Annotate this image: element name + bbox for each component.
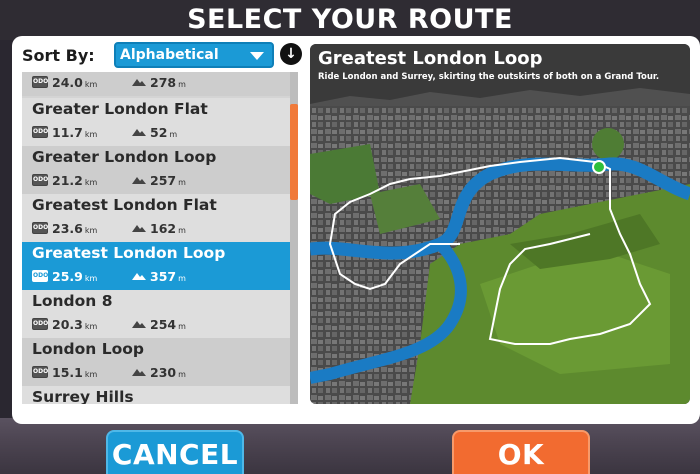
ok-button[interactable]: OK [452,430,590,474]
elevation-icon [132,129,146,136]
route-stats: ODO 24.0 km 278 m [32,75,282,91]
route-name: Greatest London Loop [32,244,226,262]
route-elevation: 278 m [150,75,186,90]
route-elevation: 52 m [150,125,178,140]
distance-icon: ODO [32,76,48,88]
route-distance: 15.1 km [52,365,98,380]
route-row[interactable]: ODO 24.0 km 278 m [22,72,290,96]
elevation-icon [132,273,146,280]
dialog-title: SELECT YOUR ROUTE [187,4,513,35]
arrow-down-circle-icon[interactable]: ↓ [280,43,302,65]
list-scrollbar-thumb[interactable] [290,104,298,200]
route-distance: 24.0 km [52,75,98,90]
route-preview-description: Ride London and Surrey, skirting the out… [318,72,660,82]
route-row[interactable]: Greater London Flat ODO 11.7 km 52 m [22,98,290,146]
chevron-down-icon [250,52,264,60]
route-start-marker-icon [592,160,606,174]
route-preview-title: Greatest London Loop [318,48,543,69]
route-distance: 11.7 km [52,125,98,140]
distance-icon: ODO [32,270,48,282]
route-name: Greatest London Flat [32,196,217,214]
cancel-button[interactable]: CANCEL [106,430,244,474]
route-name: London 8 [32,292,113,310]
route-elevation: 357 m [150,269,186,284]
route-stats: ODO 25.9 km 357 m [32,269,282,285]
distance-icon: ODO [32,318,48,330]
elevation-icon [132,79,146,86]
elevation-icon [132,225,146,232]
elevation-icon [132,321,146,328]
distance-icon: ODO [32,222,48,234]
route-row[interactable]: Surrey Hills [22,386,290,404]
route-distance: 23.6 km [52,221,98,236]
distance-icon: ODO [32,366,48,378]
route-row-selected[interactable]: Greatest London Loop ODO 25.9 km 357 m [22,242,290,290]
route-name: London Loop [32,340,145,358]
route-stats: ODO 15.1 km 230 m [32,365,282,381]
route-row[interactable]: London 8 ODO 20.3 km 254 m [22,290,290,338]
route-stats: ODO 21.2 km 257 m [32,173,282,189]
route-stats: ODO 20.3 km 254 m [32,317,282,333]
route-row[interactable]: London Loop ODO 15.1 km 230 m [22,338,290,386]
sort-dropdown-value: Alphabetical [120,47,219,63]
route-name: Greater London Flat [32,100,208,118]
bottom-backdrop [0,418,700,474]
route-elevation: 230 m [150,365,186,380]
route-elevation: 162 m [150,221,186,236]
route-distance: 21.2 km [52,173,98,188]
route-row[interactable]: Greater London Loop ODO 21.2 km 257 m [22,146,290,194]
route-stats: ODO 23.6 km 162 m [32,221,282,237]
sort-dropdown[interactable]: Alphabetical [114,42,274,68]
route-name: Surrey Hills [32,388,134,404]
route-list[interactable]: ODO 24.0 km 278 m Greater London Flat ODO … [22,72,292,404]
distance-icon: ODO [32,126,48,138]
distance-icon: ODO [32,174,48,186]
route-elevation: 254 m [150,317,186,332]
sort-by-label: Sort By: [22,46,95,65]
route-map-graphic [310,44,690,404]
route-distance: 20.3 km [52,317,98,332]
route-distance: 25.9 km [52,269,98,284]
route-map-preview: Greatest London Loop Ride London and Sur… [310,44,690,404]
elevation-icon [132,369,146,376]
elevation-icon [132,177,146,184]
route-row[interactable]: Greatest London Flat ODO 23.6 km 162 m [22,194,290,242]
route-name: Greater London Loop [32,148,217,166]
route-stats: ODO 11.7 km 52 m [32,125,282,141]
route-elevation: 257 m [150,173,186,188]
